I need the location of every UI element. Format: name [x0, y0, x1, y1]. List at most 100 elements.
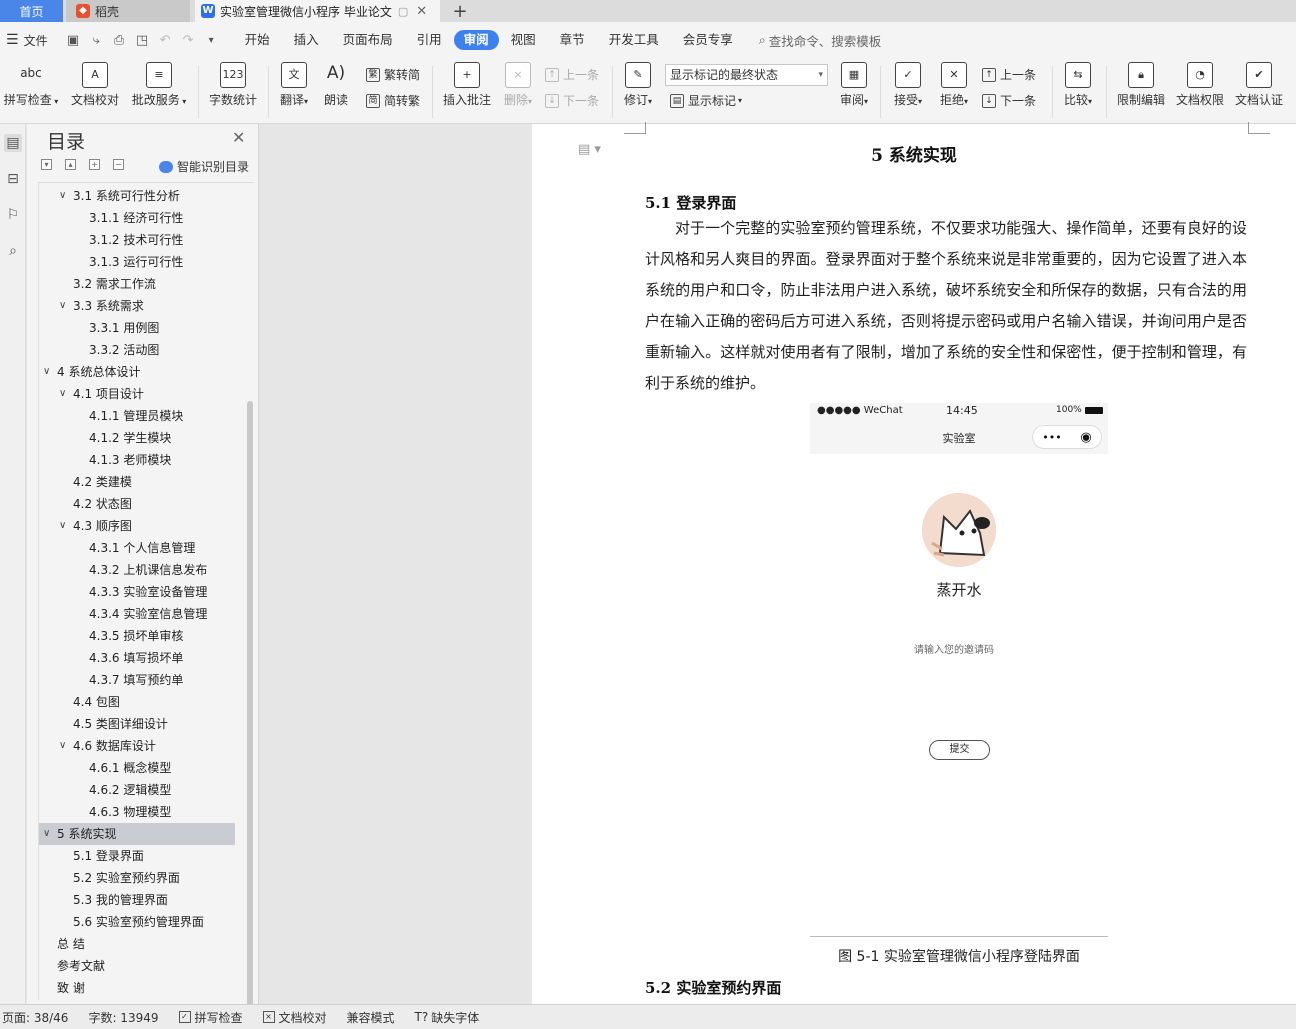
- tab-document[interactable]: W 实验室管理微信小程序 毕业论文 ▢ ✕: [195, 0, 440, 22]
- status-spell-check[interactable]: ✓ 拼写检查: [178, 1009, 243, 1026]
- menu-view[interactable]: 视图: [499, 30, 548, 50]
- toc-item[interactable]: 4.3.3 实验室设备管理: [39, 581, 235, 603]
- chevron-down-icon[interactable]: ∨: [59, 295, 66, 317]
- toc-scrollbar[interactable]: [247, 401, 253, 1029]
- collapse-all-icon[interactable]: ▾: [41, 159, 52, 170]
- toc-item[interactable]: 4.3.1 个人信息管理: [39, 537, 235, 559]
- toc-item[interactable]: 4.4 包图: [39, 691, 235, 713]
- status-doc-proof[interactable]: × 文档校对: [262, 1009, 327, 1026]
- menu-insert[interactable]: 插入: [282, 30, 331, 50]
- document-page[interactable]: ▤ ▾ 5 系统实现 5.1 登录界面 对于一个完整的实验室预约管理系统，不仅要…: [532, 122, 1296, 1004]
- toc-item[interactable]: 4.3.4 实验室信息管理: [39, 603, 235, 625]
- command-search[interactable]: ⌕ 查找命令、搜索模板: [759, 31, 882, 50]
- menu-dev-tools[interactable]: 开发工具: [597, 30, 671, 50]
- file-menu[interactable]: ☰ 文件: [0, 32, 48, 49]
- save-icon[interactable]: ▣: [66, 33, 81, 48]
- delete-comment-button[interactable]: × 删除▾: [500, 62, 536, 108]
- toc-item[interactable]: 4.6.1 概念模型: [39, 757, 235, 779]
- chevron-down-icon[interactable]: ∨: [43, 361, 50, 383]
- add-heading-icon[interactable]: +: [89, 159, 100, 170]
- toc-item[interactable]: 3.1.1 经济可行性: [39, 207, 235, 229]
- export-icon[interactable]: ⤷: [89, 33, 104, 48]
- batch-service-button[interactable]: ≡ 批改服务 ▾: [130, 62, 188, 108]
- menu-references[interactable]: 引用: [405, 30, 454, 50]
- close-tab-icon[interactable]: ✕: [416, 4, 427, 19]
- bookmark-icon[interactable]: ⚐: [4, 206, 22, 224]
- close-icon[interactable]: ✕: [232, 128, 245, 147]
- chevron-down-icon[interactable]: ∨: [59, 383, 66, 405]
- redo-icon[interactable]: ↷: [181, 33, 196, 48]
- toc-item[interactable]: 4.3.5 损坏单审核: [39, 625, 235, 647]
- doc-proof-button[interactable]: A 文档校对: [70, 62, 120, 108]
- word-count-button[interactable]: 123 字数统计: [207, 62, 259, 108]
- toc-item[interactable]: ∨ 4.1 项目设计: [39, 383, 235, 405]
- toc-item[interactable]: 致 谢: [39, 977, 235, 999]
- doc-certify-button[interactable]: ✔ 文档认证: [1233, 62, 1285, 108]
- restrict-edit-button[interactable]: 🔒︎ 限制编辑: [1115, 62, 1167, 108]
- print-icon[interactable]: ⎙: [112, 33, 127, 48]
- print-preview-icon[interactable]: ◳: [135, 33, 150, 48]
- toc-item[interactable]: ∨ 3.1 系统可行性分析: [39, 185, 235, 207]
- review-pane-button[interactable]: ▦ 审阅▾: [836, 62, 872, 108]
- menu-page-layout[interactable]: 页面布局: [331, 30, 405, 50]
- menu-member[interactable]: 会员专享: [671, 30, 745, 50]
- toc-item[interactable]: 5.6 实验室预约管理界面: [39, 911, 235, 933]
- compare-button[interactable]: ⇆ 比较▾: [1060, 62, 1096, 108]
- toc-item[interactable]: 4.5 类图详细设计: [39, 713, 235, 735]
- new-tab-button[interactable]: +: [448, 0, 472, 22]
- page-count[interactable]: 页面: 38/46: [2, 1009, 68, 1026]
- translate-button[interactable]: 文翻译▾: [276, 62, 312, 108]
- simp-to-trad-button[interactable]: 简简转繁: [366, 92, 420, 109]
- chevron-down-icon[interactable]: ∨: [59, 735, 66, 757]
- word-count[interactable]: 字数: 13949: [88, 1009, 158, 1026]
- toc-item[interactable]: 4.2 类建模: [39, 471, 235, 493]
- remove-heading-icon[interactable]: −: [113, 159, 124, 170]
- insert-comment-button[interactable]: + 插入批注: [442, 62, 492, 108]
- smart-toc-button[interactable]: 智能识别目录: [159, 158, 249, 175]
- toc-item[interactable]: 5.3 我的管理界面: [39, 889, 235, 911]
- read-aloud-button[interactable]: A) 朗读: [320, 62, 352, 108]
- accept-button[interactable]: ✓ 接受▾: [890, 62, 926, 108]
- toc-item[interactable]: 参考文献: [39, 955, 235, 977]
- toc-item[interactable]: ∨ 4.3 顺序图: [39, 515, 235, 537]
- toc-item[interactable]: 4.3.7 填写预约单: [39, 669, 235, 691]
- quick-access-dropdown-icon[interactable]: ▾: [204, 33, 219, 48]
- toc-pane-icon[interactable]: ▤: [4, 134, 22, 152]
- toc-item[interactable]: ∨ 5 系统实现: [39, 823, 235, 845]
- tab-home[interactable]: 首页: [0, 0, 63, 22]
- chevron-down-icon[interactable]: ∨: [59, 515, 66, 537]
- window-icon[interactable]: ▢: [398, 5, 408, 18]
- menu-chapter[interactable]: 章节: [548, 30, 597, 50]
- toc-item[interactable]: ∨ 3.3 系统需求: [39, 295, 235, 317]
- toc-item[interactable]: 5.1 登录界面: [39, 845, 235, 867]
- menu-review[interactable]: 审阅: [453, 30, 499, 50]
- toc-item[interactable]: 4.6.3 物理模型: [39, 801, 235, 823]
- chevron-down-icon[interactable]: ∨: [59, 185, 66, 207]
- reject-button[interactable]: ✕ 拒绝▾: [936, 62, 972, 108]
- markup-state-select[interactable]: 显示标记的最终状态 ▾: [665, 64, 828, 86]
- toc-item[interactable]: 3.3.1 用例图: [39, 317, 235, 339]
- show-markup-button[interactable]: ▤ 显示标记 ▾: [670, 92, 742, 109]
- next-comment-button[interactable]: ↓ 下一条: [545, 92, 599, 109]
- missing-font[interactable]: T? 缺失字体: [415, 1009, 480, 1026]
- toc-item[interactable]: 4.1.2 学生模块: [39, 427, 235, 449]
- chevron-down-icon[interactable]: ∨: [43, 823, 50, 845]
- nav-pane-icon[interactable]: ⊟: [4, 170, 22, 188]
- toc-item[interactable]: 5.2 实验室预约界面: [39, 867, 235, 889]
- tab-daoke[interactable]: ◆ 稻壳: [66, 0, 190, 22]
- toc-item[interactable]: 4.1.1 管理员模块: [39, 405, 235, 427]
- toc-item[interactable]: 3.1.3 运行可行性: [39, 251, 235, 273]
- toc-item[interactable]: 4.3.2 上机课信息发布: [39, 559, 235, 581]
- toc-item[interactable]: 4.1.3 老师模块: [39, 449, 235, 471]
- expand-all-icon[interactable]: ▴: [65, 159, 76, 170]
- toc-item[interactable]: 3.2 需求工作流: [39, 273, 235, 295]
- undo-icon[interactable]: ↶: [158, 33, 173, 48]
- toc-item[interactable]: 4.6.2 逻辑模型: [39, 779, 235, 801]
- next-change-button[interactable]: ↓ 下一条: [982, 92, 1036, 109]
- toc-item[interactable]: ∨ 4 系统总体设计: [39, 361, 235, 383]
- track-changes-button[interactable]: ✎ 修订▾: [620, 62, 656, 108]
- toc-item[interactable]: 4.2 状态图: [39, 493, 235, 515]
- toc-item[interactable]: ∨ 4.6 数据库设计: [39, 735, 235, 757]
- prev-comment-button[interactable]: ↑ 上一条: [545, 66, 599, 83]
- spell-check-button[interactable]: abc 拼写检查 ▾: [2, 62, 60, 108]
